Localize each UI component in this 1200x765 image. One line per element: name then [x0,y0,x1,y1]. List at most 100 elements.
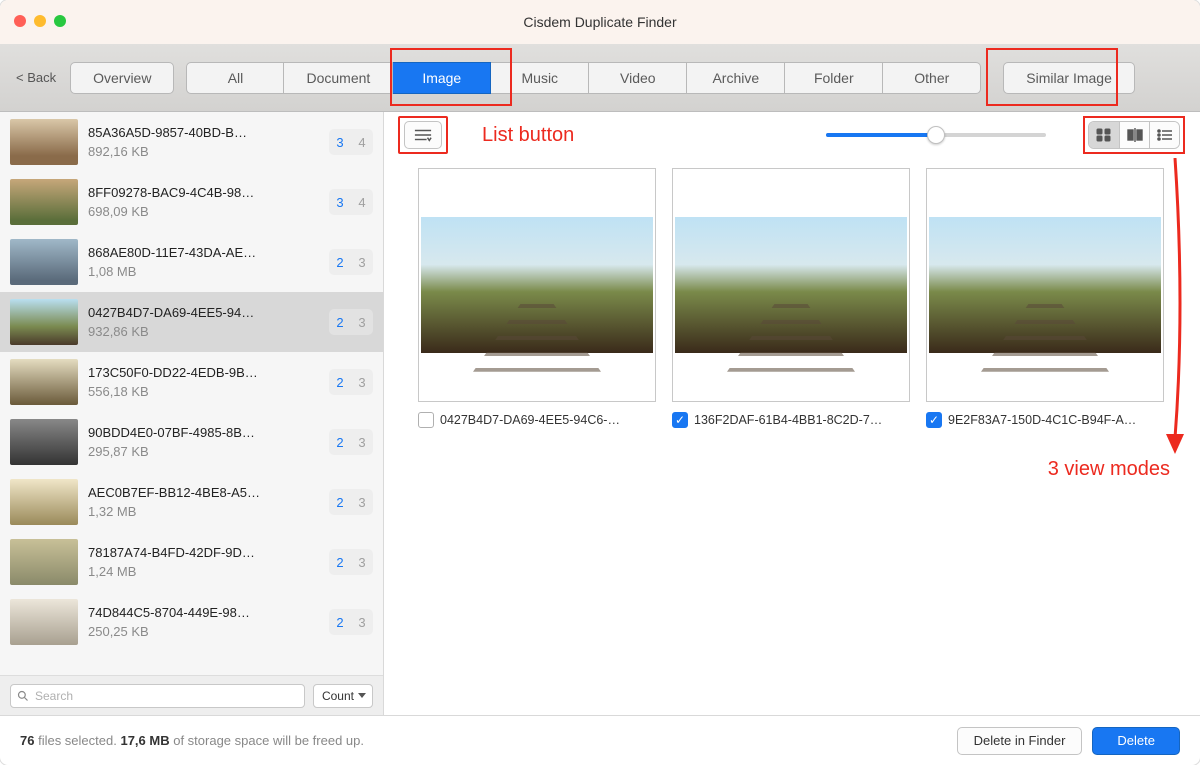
grid-icon [1096,128,1112,142]
view-mode-group [1088,121,1180,149]
group-count-pill: 23 [329,309,373,335]
group-size: 1,08 MB [88,264,319,279]
group-thumbnail [10,119,78,165]
group-thumbnail [10,479,78,525]
list-toggle-button[interactable] [404,121,442,149]
app-title: Cisdem Duplicate Finder [0,14,1200,30]
group-name: 8FF09278-BAC9-4C4B-98… [88,185,319,200]
image-preview [675,217,907,353]
image-frame [418,168,656,402]
group-thumbnail [10,239,78,285]
group-size: 892,16 KB [88,144,319,159]
group-total-count: 3 [351,375,373,390]
tab-archive[interactable]: Archive [687,62,785,94]
duplicate-image-card[interactable]: 9E2F83A7-150D-4C1C-B94F-A… [926,168,1164,428]
footer-bar: 76 files selected. 17,6 MB of storage sp… [0,715,1200,765]
group-selected-count: 2 [329,435,351,450]
main-pane: List button 0427B4D7-DA69-4 [384,112,1200,715]
tab-document[interactable]: Document [284,62,393,94]
group-selected-count: 2 [329,615,351,630]
group-info: 74D844C5-8704-449E-98… 250,25 KB [88,605,319,639]
group-name: AEC0B7EF-BB12-4BE8-A5… [88,485,319,500]
minimize-window-button[interactable] [34,15,46,27]
image-frame [672,168,910,402]
image-preview [929,217,1161,353]
group-name: 173C50F0-DD22-4EDB-9B… [88,365,319,380]
duplicate-group-row[interactable]: 173C50F0-DD22-4EDB-9B…556,18 KB23 [0,352,383,412]
duplicate-group-row[interactable]: 74D844C5-8704-449E-98… 250,25 KB 23 [0,592,383,652]
footer-selected-count: 76 [20,733,34,748]
annotation-list-button-label: List button [482,124,574,147]
zoom-knob[interactable] [927,126,945,144]
group-name: 85A36A5D-9857-40BD-B… [88,125,319,140]
group-total-count: 3 [351,615,373,630]
tab-image[interactable]: Image [393,62,491,94]
tab-music[interactable]: Music [491,62,589,94]
duplicate-image-card[interactable]: 136F2DAF-61B4-4BB1-8C2D-7… [672,168,910,428]
group-count-pill: 23 [329,249,373,275]
group-thumbnail [10,299,78,345]
group-name: 0427B4D7-DA69-4EE5-94… [88,305,319,320]
duplicate-group-row[interactable]: 8FF09278-BAC9-4C4B-98…698,09 KB34 [0,172,383,232]
sort-select[interactable]: Count [313,684,373,708]
group-size: 250,25 KB [88,624,319,639]
compare-icon [1127,128,1143,142]
search-input[interactable]: Search [10,684,305,708]
titlebar: Cisdem Duplicate Finder [0,0,1200,44]
view-mode-grid-button[interactable] [1089,122,1119,148]
tab-folder[interactable]: Folder [785,62,883,94]
group-total-count: 3 [351,315,373,330]
group-total-count: 3 [351,495,373,510]
image-filename: 9E2F83A7-150D-4C1C-B94F-A… [948,413,1136,427]
group-selected-count: 2 [329,255,351,270]
card-caption: 0427B4D7-DA69-4EE5-94C6-… [418,412,656,428]
annotation-view-modes-label: 3 view modes [1048,458,1170,481]
image-frame [926,168,1164,402]
image-filename: 0427B4D7-DA69-4EE5-94C6-… [440,413,620,427]
duplicate-group-row[interactable]: 78187A74-B4FD-42DF-9D…1,24 MB23 [0,532,383,592]
tab-other[interactable]: Other [883,62,981,94]
group-name: 90BDD4E0-07BF-4985-8B… [88,425,319,440]
tab-similar-image[interactable]: Similar Image [1003,62,1135,94]
duplicate-groups-sidebar: 85A36A5D-9857-40BD-B… 892,16 KB 3 4 8FF09278… [0,112,384,715]
group-count-pill: 23 [329,369,373,395]
duplicate-image-card[interactable]: 0427B4D7-DA69-4EE5-94C6-… [418,168,656,428]
list-rows-icon [1157,128,1173,142]
image-preview [421,217,653,353]
delete-in-finder-button[interactable]: Delete in Finder [957,727,1083,755]
tab-all[interactable]: All [186,62,284,94]
duplicate-group-row[interactable]: 85A36A5D-9857-40BD-B…892,16 KB34 [0,112,383,172]
duplicate-group-row[interactable]: 868AE80D-11E7-43DA-AE… 1,08 MB 23 [0,232,383,292]
view-mode-list-button[interactable] [1149,122,1179,148]
group-name: 868AE80D-11E7-43DA-AE… [88,245,319,260]
view-mode-compare-button[interactable] [1119,122,1149,148]
select-checkbox[interactable] [672,412,688,428]
group-size: 698,09 KB [88,204,319,219]
annotation-arrow [1160,158,1190,458]
group-selected-count: 2 [329,375,351,390]
group-total-count: 3 [351,435,373,450]
duplicate-group-row[interactable]: 0427B4D7-DA69-4EE5-94…932,86 KB23 [0,292,383,352]
group-name: 78187A74-B4FD-42DF-9D… [88,545,319,560]
group-name: 74D844C5-8704-449E-98… [88,605,319,620]
select-checkbox[interactable] [418,412,434,428]
thumbnail-zoom-slider[interactable] [826,125,1046,145]
close-window-button[interactable] [14,15,26,27]
zoom-window-button[interactable] [54,15,66,27]
group-info: 868AE80D-11E7-43DA-AE… 1,08 MB [88,245,319,279]
back-button[interactable]: < Back [16,70,56,85]
select-checkbox[interactable] [926,412,942,428]
duplicate-group-row[interactable]: AEC0B7EF-BB12-4BE8-A5…1,32 MB23 [0,472,383,532]
duplicate-group-row[interactable]: 90BDD4E0-07BF-4985-8B…295,87 KB23 [0,412,383,472]
tab-overview[interactable]: Overview [70,62,174,94]
delete-button[interactable]: Delete [1092,727,1180,755]
zoom-fill [826,133,936,137]
tab-video[interactable]: Video [589,62,687,94]
group-selected-count: 3 [329,135,351,150]
group-thumbnail [10,539,78,585]
sort-select-value: Count [322,689,354,703]
duplicate-groups-list[interactable]: 85A36A5D-9857-40BD-B… 892,16 KB 3 4 8FF09278… [0,112,383,675]
group-size: 1,32 MB [88,504,319,519]
group-total-count: 4 [351,195,373,210]
group-total-count: 3 [351,255,373,270]
